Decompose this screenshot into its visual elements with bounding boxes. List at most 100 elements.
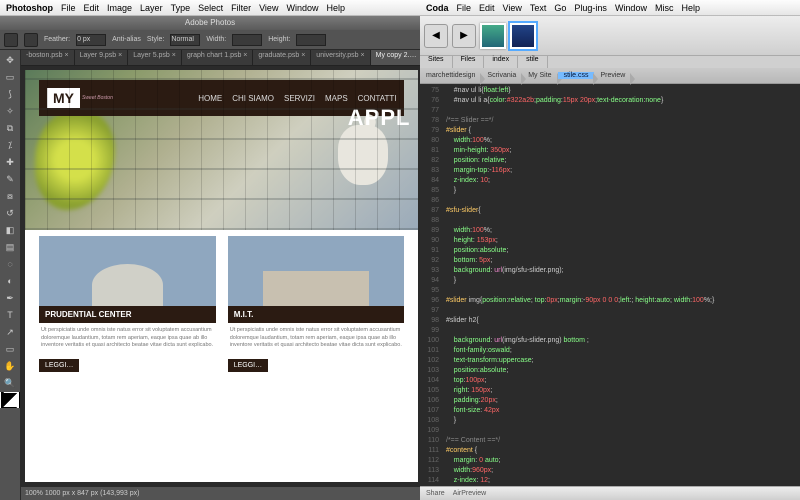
app-name: Coda — [426, 3, 449, 13]
document-tabs: -boston.psb × Layer 9.psb × Layer 5.psb … — [21, 50, 422, 66]
card-mit: M.I.T. Ut perspiciatis unde omnis iste n… — [228, 236, 405, 372]
stamp-tool-icon[interactable]: ⧇ — [0, 188, 20, 204]
share-button[interactable]: Share — [426, 490, 445, 497]
code-area[interactable]: #nav ul li{float:left} #nav ul li a{colo… — [442, 84, 800, 486]
nav-link: SERVIZI — [284, 94, 315, 103]
crumb-preview[interactable]: Preview — [594, 72, 631, 79]
airpreview-button[interactable]: AirPreview — [453, 490, 486, 497]
doc-tab[interactable]: graph chart 1.psb × — [182, 50, 254, 65]
crumb[interactable]: My Site — [522, 72, 557, 79]
menu-item[interactable]: Go — [554, 3, 566, 13]
dodge-tool-icon[interactable]: ◐ — [0, 273, 20, 289]
menu-item[interactable]: Edit — [479, 3, 495, 13]
menu-item[interactable]: Edit — [84, 3, 100, 13]
window-title: Adobe Photos — [0, 16, 420, 30]
antialias-label[interactable]: Anti-alias — [112, 36, 141, 43]
code-editor[interactable]: 75 76 77 78 79 80 81 82 83 84 85 86 87 8… — [420, 84, 800, 486]
read-more-button: LEGGI… — [228, 359, 268, 372]
menu-item[interactable]: View — [503, 3, 522, 13]
lasso-tool-icon[interactable]: ⟆ — [0, 86, 20, 102]
card-text: Ut perspiciatis unde omnis iste natus er… — [228, 323, 405, 354]
card-prudential: PRUDENTIAL CENTER Ut perspiciatis unde o… — [39, 236, 216, 372]
canvas[interactable]: MY Sweet Boston HOME CHI SIAMO SERVIZI M… — [21, 66, 422, 486]
doc-tab[interactable]: Layer 5.psb × — [128, 50, 182, 65]
status-bar: 100% 1000 px x 847 px (143,993 px) — [21, 486, 422, 500]
menu-item[interactable]: File — [61, 3, 76, 13]
crop-tool-icon[interactable]: ⧉ — [0, 120, 20, 136]
menu-item[interactable]: Window — [615, 3, 647, 13]
crumb[interactable]: marchettidesign — [420, 72, 481, 79]
card-image — [39, 236, 216, 306]
marquee-tool-icon[interactable] — [24, 33, 38, 47]
back-button[interactable]: ◀ — [424, 24, 448, 48]
doc-tab[interactable]: My copy 2.… — [371, 50, 423, 65]
menu-item[interactable]: Type — [171, 3, 191, 13]
site-logo: MY — [47, 88, 80, 108]
shape-tool-icon[interactable]: ▭ — [0, 341, 20, 357]
heal-tool-icon[interactable]: ✚ — [0, 154, 20, 170]
blur-tool-icon[interactable]: ◌ — [0, 256, 20, 272]
mode-tab[interactable]: Files — [453, 56, 485, 68]
menu-item[interactable]: Select — [198, 3, 223, 13]
hand-tool-icon[interactable]: ✋ — [0, 358, 20, 374]
coda-toolbar: ◀ ▶ — [420, 16, 800, 56]
file-thumb-html[interactable] — [480, 23, 506, 49]
line-gutter: 75 76 77 78 79 80 81 82 83 84 85 86 87 8… — [420, 84, 442, 486]
menu-item[interactable]: Help — [681, 3, 700, 13]
photoshop-window: Adobe Photos Feather: Anti-alias Style: … — [0, 16, 420, 500]
mode-tab[interactable]: index — [484, 56, 518, 68]
path-bar: marchettidesign Scrivania My Site stile.… — [420, 68, 800, 84]
menu-item[interactable]: Misc — [655, 3, 674, 13]
read-more-button: LEGGI… — [39, 359, 79, 372]
menu-item[interactable]: Help — [326, 3, 345, 13]
menu-item[interactable]: Text — [530, 3, 547, 13]
swatches-icon[interactable] — [0, 392, 20, 408]
doc-tab[interactable]: Layer 9.psb × — [75, 50, 129, 65]
move-tool-icon[interactable]: ✥ — [0, 52, 20, 68]
crumb-current[interactable]: stile.css — [558, 72, 595, 79]
crumb[interactable]: Scrivania — [481, 72, 522, 79]
doc-tab[interactable]: -boston.psb × — [21, 50, 75, 65]
menu-item[interactable]: File — [457, 3, 472, 13]
doc-tab[interactable]: graduate.psb × — [253, 50, 311, 65]
photoshop-menubar[interactable]: Photoshop File Edit Image Layer Type Sel… — [0, 0, 420, 16]
card-title: M.I.T. — [228, 306, 405, 323]
site-nav: MY Sweet Boston HOME CHI SIAMO SERVIZI M… — [39, 80, 404, 116]
pen-tool-icon[interactable]: ✒ — [0, 290, 20, 306]
feather-input[interactable] — [76, 34, 106, 46]
menu-item[interactable]: Layer — [140, 3, 163, 13]
doc-tab[interactable]: university.psb × — [311, 50, 370, 65]
style-select[interactable] — [170, 34, 200, 46]
menu-item[interactable]: Plug-ins — [574, 3, 607, 13]
marquee-tool-icon[interactable]: ▭ — [0, 69, 20, 85]
wand-tool-icon[interactable]: ✧ — [0, 103, 20, 119]
file-thumb-css[interactable] — [510, 23, 536, 49]
zoom-tool-icon[interactable]: 🔍 — [0, 375, 20, 391]
menu-item[interactable]: Window — [286, 3, 318, 13]
nav-link: CHI SIAMO — [232, 94, 274, 103]
width-label: Width: — [206, 36, 226, 43]
coda-menubar[interactable]: Coda File Edit View Text Go Plug-ins Win… — [420, 0, 800, 16]
mode-tab[interactable]: Sites — [420, 56, 453, 68]
style-label: Style: — [147, 36, 165, 43]
menu-item[interactable]: View — [259, 3, 278, 13]
card-image — [228, 236, 405, 306]
hero-text: APPL — [348, 105, 411, 131]
menu-item[interactable]: Image — [107, 3, 132, 13]
ps-logo-icon — [4, 33, 18, 47]
history-brush-icon[interactable]: ↺ — [0, 205, 20, 221]
site-tagline: Sweet Boston — [82, 95, 113, 101]
menu-item[interactable]: Filter — [231, 3, 251, 13]
gradient-tool-icon[interactable]: ▤ — [0, 239, 20, 255]
height-input[interactable] — [296, 34, 326, 46]
mode-tab[interactable]: stile — [518, 56, 547, 68]
nav-link: MAPS — [325, 94, 348, 103]
path-tool-icon[interactable]: ↗ — [0, 324, 20, 340]
forward-button[interactable]: ▶ — [452, 24, 476, 48]
eyedropper-tool-icon[interactable]: ⁒ — [0, 137, 20, 153]
apple-logo-icon — [338, 125, 388, 185]
brush-tool-icon[interactable]: ✎ — [0, 171, 20, 187]
width-input[interactable] — [232, 34, 262, 46]
eraser-tool-icon[interactable]: ◧ — [0, 222, 20, 238]
type-tool-icon[interactable]: T — [0, 307, 20, 323]
